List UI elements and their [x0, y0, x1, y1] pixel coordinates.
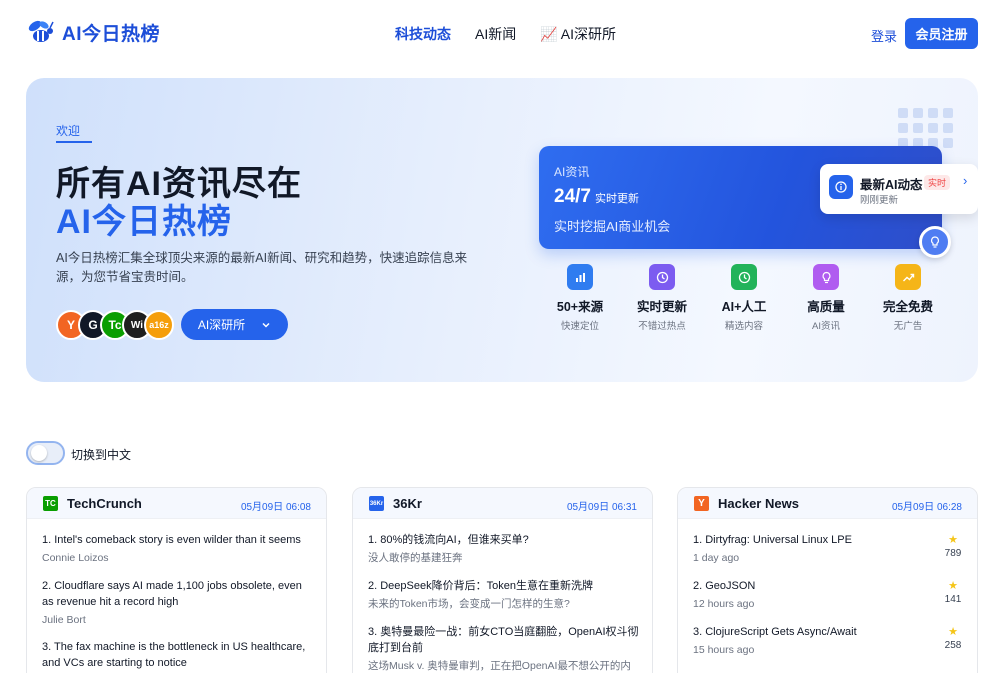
card-source-name[interactable]: 36Kr — [393, 496, 422, 511]
card-source-name[interactable]: TechCrunch — [67, 496, 142, 511]
ai-research-dropdown-button[interactable]: AI深研所 — [181, 309, 288, 340]
clock-icon — [649, 264, 675, 290]
logo[interactable]: AI今日热榜 — [26, 17, 160, 47]
list-item[interactable]: 1. Dirtyfrag: Universal Linux LPE 1 day … — [693, 532, 933, 566]
card-header: 36Kr 36Kr 05月09日 06:31 — [353, 488, 652, 519]
list-item[interactable]: 2. GeoJSON 12 hours ago — [693, 578, 933, 612]
welcome-underline — [56, 141, 92, 143]
feature-sources: 50+来源 快速定位 — [539, 264, 621, 332]
list-item[interactable]: 3. The fax machine is the bottleneck in … — [42, 639, 314, 671]
hero-description: AI今日热榜汇集全球顶尖来源的最新AI新闻、研究和趋势，快速追踪信息来源，为您节… — [56, 251, 468, 284]
stat-card-number: 24/7 实时更新 — [554, 186, 639, 207]
chevron-down-icon — [262, 322, 270, 328]
nav-ai-news[interactable]: AI新闻 — [475, 24, 516, 44]
hacker-news-logo-icon: Y — [694, 496, 709, 511]
card-header: TC TechCrunch 05月09日 06:08 — [27, 488, 326, 519]
stat-card-description: 实时挖掘AI商业机会 — [554, 219, 671, 234]
hero-headline-brand: AI今日热榜 — [56, 203, 232, 241]
source-avatars: Y G Tc Wi a16z — [56, 310, 174, 340]
nav-ai-research[interactable]: 📈 AI深研所 — [540, 24, 616, 44]
lightbulb-icon[interactable] — [919, 226, 951, 258]
feature-realtime: 实时更新 不错过热点 — [621, 264, 703, 332]
news-card-hacker-news: Y Hacker News 05月09日 06:28 1. Dirtyfrag:… — [677, 487, 978, 673]
realtime-badge: 实时 — [924, 175, 951, 190]
info-icon — [829, 175, 853, 199]
language-toggle[interactable] — [26, 441, 65, 465]
news-card-36kr: 36Kr 36Kr 05月09日 06:31 1. 80%的钱流向AI，但谁来买… — [352, 487, 653, 673]
latest-updates-title: 最新AI动态 — [860, 178, 923, 192]
chevron-right-icon: › — [963, 173, 968, 188]
list-item[interactable]: 1. Intel's comeback story is even wilder… — [42, 532, 314, 566]
latest-ai-updates-card[interactable]: 最新AI动态 实时 刚刚更新 › — [820, 164, 978, 214]
register-button[interactable]: 会员注册 — [905, 18, 978, 49]
score-badge: ★ 789 — [944, 534, 962, 559]
list-item[interactable]: 3. ClojureScript Gets Async/Await 15 hou… — [693, 624, 933, 658]
latest-updates-sub: 刚刚更新 — [860, 195, 899, 206]
card-timestamp: 05月09日 06:28 — [891, 502, 962, 513]
hero-banner: 欢迎 所有AI资讯尽在 AI今日热榜 AI今日热榜汇集全球顶尖来源的最新AI新闻… — [26, 78, 978, 382]
feature-list: 50+来源 快速定位 实时更新 不错过热点 AI+人工 精选内容 高质量 AI资… — [539, 264, 949, 332]
feature-quality: 高质量 AI资讯 — [785, 264, 867, 332]
card-header: Y Hacker News 05月09日 06:28 — [678, 488, 977, 519]
list-item[interactable]: 1. 80%的钱流向AI，但谁来买单? 没人敢停的基建狂奔 — [368, 532, 640, 566]
list-item[interactable]: 2. DeepSeek降价背后：Token生意在重新洗牌 未来的Token市场，… — [368, 578, 640, 612]
ai-research-button-label: AI深研所 — [197, 318, 246, 332]
score-badge: ★ 141 — [944, 580, 962, 605]
main-nav: 科技动态 AI新闻 📈 AI深研所 — [395, 24, 616, 44]
list-item[interactable]: 3. 奥特曼最险一战：前女CTO当庭翻脸，OpenAI权斗彻底打到台前 这场Mu… — [368, 624, 640, 673]
news-card-techcrunch: TC TechCrunch 05月09日 06:08 1. Intel's co… — [26, 487, 327, 673]
feature-free: 完全免费 无广告 — [867, 264, 949, 332]
list-item[interactable]: 2. Cloudflare says AI made 1,100 jobs ob… — [42, 578, 314, 628]
login-link[interactable]: 登录 — [871, 26, 897, 45]
card-timestamp: 05月09日 06:31 — [566, 502, 637, 513]
card-timestamp: 05月09日 06:08 — [240, 502, 311, 513]
welcome-label: 欢迎 — [56, 124, 81, 138]
star-icon: ★ — [948, 626, 958, 638]
bee-icon — [28, 20, 54, 42]
decorative-dot-grid — [898, 108, 953, 148]
toggle-knob — [31, 445, 47, 461]
36kr-logo-icon: 36Kr — [369, 496, 384, 511]
a16z-avatar: a16z — [144, 310, 174, 340]
stat-card-label: AI资讯 — [554, 165, 590, 179]
nav-tech-news[interactable]: 科技动态 — [395, 24, 451, 44]
card-source-name[interactable]: Hacker News — [718, 496, 799, 511]
language-toggle-label: 切换到中文 — [71, 448, 132, 462]
feature-curated: AI+人工 精选内容 — [703, 264, 785, 332]
score-badge: ★ 258 — [944, 626, 962, 651]
techcrunch-logo-icon: TC — [43, 496, 58, 511]
logo-text: AI今日热榜 — [62, 23, 161, 45]
trend-icon — [895, 264, 921, 290]
bulb-icon — [813, 264, 839, 290]
star-icon: ★ — [948, 534, 958, 546]
star-icon: ★ — [948, 580, 958, 592]
clock-check-icon — [731, 264, 757, 290]
top-navbar: AI今日热榜 科技动态 AI新闻 📈 AI深研所 登录 会员注册 — [0, 0, 1000, 68]
chart-icon — [567, 264, 593, 290]
